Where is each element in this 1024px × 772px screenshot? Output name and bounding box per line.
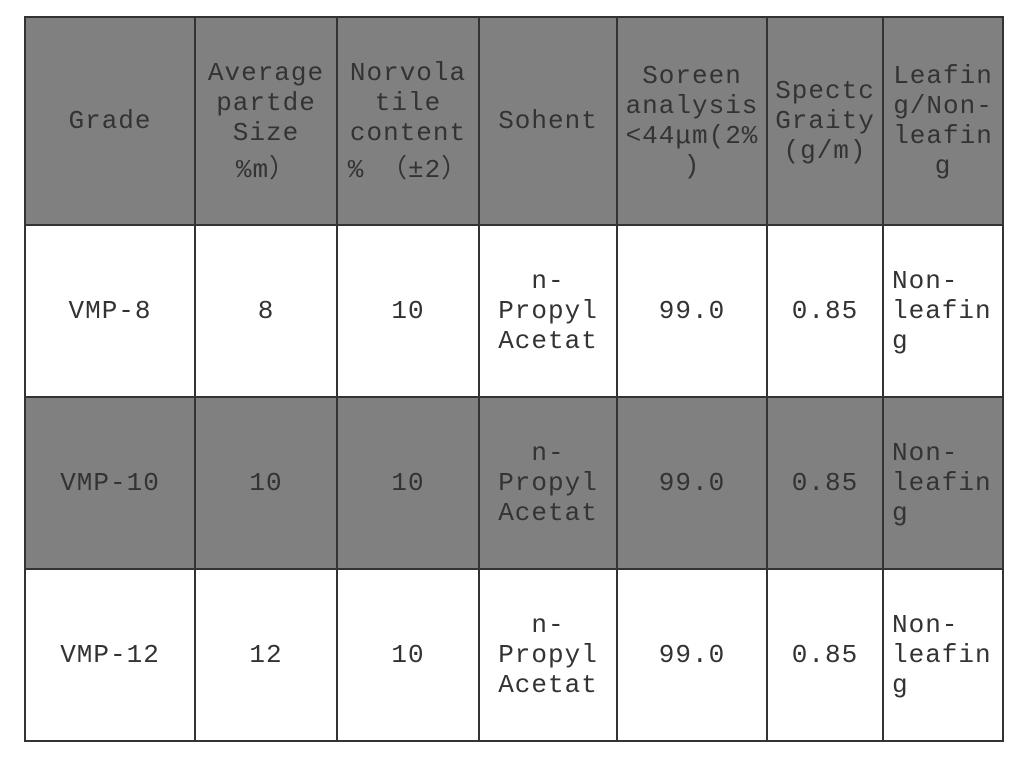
- table-row: VMP-10 10 10 n-Propyl Acetat 99.0 0.85 N…: [25, 397, 1003, 569]
- cell-nv: 10: [337, 225, 479, 397]
- cell-leafing: Non-leafing: [883, 225, 1003, 397]
- header-leafing: Leafing/Non-leafing: [883, 17, 1003, 225]
- cell-sg: 0.85: [767, 397, 883, 569]
- table-head: Grade Average partde Size %m） Norvolatil…: [25, 17, 1003, 225]
- cell-leafing: Non-leafing: [883, 397, 1003, 569]
- cell-nv: 10: [337, 397, 479, 569]
- cell-nv: 10: [337, 569, 479, 741]
- cell-screen: 99.0: [617, 225, 767, 397]
- cell-grade: VMP-8: [25, 225, 195, 397]
- cell-size: 12: [195, 569, 337, 741]
- header-size: Average partde Size %m）: [195, 17, 337, 225]
- table-body: VMP-8 8 10 n-Propyl Acetat 99.0 0.85 Non…: [25, 225, 1003, 741]
- table-row: VMP-12 12 10 n-Propyl Acetat 99.0 0.85 N…: [25, 569, 1003, 741]
- cell-sohent: n-Propyl Acetat: [479, 397, 617, 569]
- spec-table: Grade Average partde Size %m） Norvolatil…: [24, 16, 1004, 742]
- cell-sohent: n-Propyl Acetat: [479, 225, 617, 397]
- cell-sg: 0.85: [767, 225, 883, 397]
- header-nonvolatile: Norvolatile content % （±2）: [337, 17, 479, 225]
- cell-size: 8: [195, 225, 337, 397]
- cell-sohent: n-Propyl Acetat: [479, 569, 617, 741]
- cell-sg: 0.85: [767, 569, 883, 741]
- cell-grade: VMP-10: [25, 397, 195, 569]
- cell-screen: 99.0: [617, 569, 767, 741]
- header-sohent: Sohent: [479, 17, 617, 225]
- table-row: VMP-8 8 10 n-Propyl Acetat 99.0 0.85 Non…: [25, 225, 1003, 397]
- header-specific-gravity: Spectc Graity (g/m): [767, 17, 883, 225]
- cell-grade: VMP-12: [25, 569, 195, 741]
- cell-size: 10: [195, 397, 337, 569]
- header-screen: Soreen analysis <44μm(2%): [617, 17, 767, 225]
- header-row: Grade Average partde Size %m） Norvolatil…: [25, 17, 1003, 225]
- cell-screen: 99.0: [617, 397, 767, 569]
- header-grade: Grade: [25, 17, 195, 225]
- table-container: Grade Average partde Size %m） Norvolatil…: [0, 0, 1024, 758]
- cell-leafing: Non-leafing: [883, 569, 1003, 741]
